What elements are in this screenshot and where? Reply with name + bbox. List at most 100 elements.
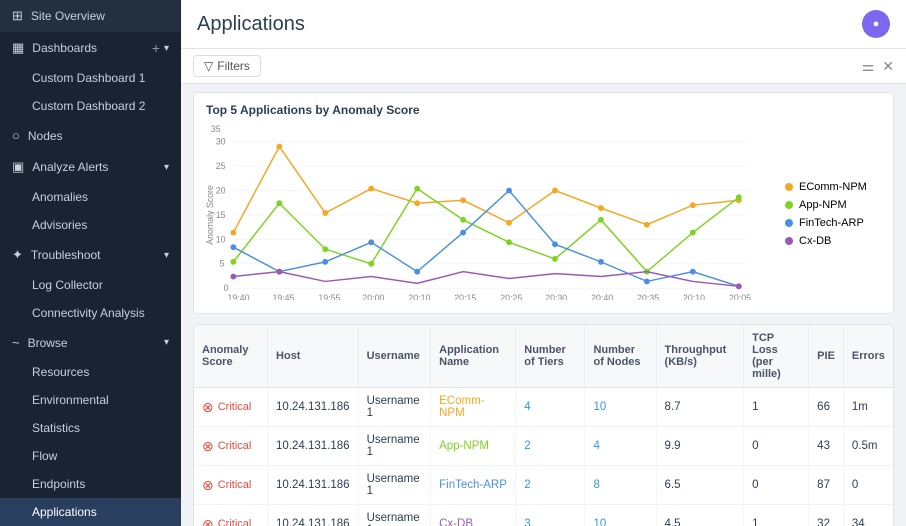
sidebar-item-endpoints[interactable]: Endpoints <box>0 470 181 498</box>
header-settings-icon[interactable]: ● <box>862 10 890 38</box>
cell-username: Username 1 <box>358 388 431 427</box>
svg-text:10: 10 <box>216 234 226 244</box>
sidebar-item-statistics[interactable]: Statistics <box>0 414 181 442</box>
cell-tcp-loss: 1 <box>744 388 809 427</box>
cell-pie: 32 <box>809 505 844 526</box>
chevron-down-icon: ▾ <box>164 43 169 54</box>
critical-icon: ⊗ <box>202 478 214 492</box>
sidebar-item-connectivity-analysis[interactable]: Connectivity Analysis <box>0 299 181 327</box>
sidebar-item-applications[interactable]: Applications <box>0 498 181 526</box>
table-row: ⊗ Critical 10.24.131.186 Username 1 ECom… <box>194 388 893 427</box>
chart-area: 0 5 10 15 20 25 30 35 Anomaly Score <box>206 125 881 303</box>
app-link[interactable]: EComm-NPM <box>439 395 484 419</box>
cell-throughput: 8.7 <box>656 388 744 427</box>
chevron-down-icon: ▾ <box>164 250 169 261</box>
svg-text:19:55: 19:55 <box>318 293 340 300</box>
critical-icon: ⊗ <box>202 517 214 526</box>
cell-errors: 0 <box>843 466 893 505</box>
sidebar-item-dashboards[interactable]: ▦ Dashboards + ▾ <box>0 32 181 64</box>
cell-tcp-loss: 1 <box>744 505 809 526</box>
cell-num-nodes: 8 <box>585 466 656 505</box>
sidebar-item-resources[interactable]: Resources <box>0 358 181 386</box>
svg-text:20: 20 <box>216 185 226 195</box>
sidebar-item-nodes[interactable]: ○ Nodes <box>0 120 181 151</box>
svg-text:20:00: 20:00 <box>362 293 384 300</box>
sidebar-item-flow[interactable]: Flow <box>0 442 181 470</box>
page-title: Applications <box>197 13 305 36</box>
svg-text:20:15: 20:15 <box>454 293 476 300</box>
table-row: ⊗ Critical 10.24.131.186 Username 1 App-… <box>194 427 893 466</box>
cell-app-name: EComm-NPM <box>431 388 516 427</box>
filter-columns-icon[interactable]: ⚌ <box>862 58 875 75</box>
cell-anomaly-score: ⊗ Critical <box>194 388 268 427</box>
svg-text:20:10: 20:10 <box>683 293 705 300</box>
filter-close-icon[interactable]: ✕ <box>882 58 894 75</box>
svg-text:35: 35 <box>211 125 221 134</box>
col-tcp-loss: TCP Loss (per mille) <box>744 325 809 388</box>
sidebar-item-advisories[interactable]: Advisories <box>0 211 181 239</box>
table-header-row: Anomaly Score Host Username Application … <box>194 325 893 388</box>
status-badge: ⊗ Critical <box>202 517 259 526</box>
legend-item-fintech: FinTech-ARP <box>785 217 881 229</box>
status-badge: ⊗ Critical <box>202 400 259 414</box>
sidebar-item-analyze-alerts[interactable]: ▣ Analyze Alerts ▾ <box>0 151 181 183</box>
sidebar-item-troubleshoot[interactable]: ✦ Troubleshoot ▾ <box>0 239 181 271</box>
col-app-name: Application Name <box>431 325 516 388</box>
chevron-down-icon: ▾ <box>164 162 169 173</box>
sidebar-item-browse[interactable]: ~ Browse ▾ <box>0 327 181 358</box>
cell-throughput: 6.5 <box>656 466 744 505</box>
content-area: Top 5 Applications by Anomaly Score 0 5 … <box>181 84 906 526</box>
chevron-down-icon: ▾ <box>164 337 169 348</box>
cell-num-tiers: 3 <box>516 505 585 526</box>
cell-throughput: 9.9 <box>656 427 744 466</box>
svg-text:15: 15 <box>216 210 226 220</box>
sidebar-item-log-collector[interactable]: Log Collector <box>0 271 181 299</box>
filters-button[interactable]: ▽ Filters <box>193 55 261 77</box>
cell-host: 10.24.131.186 <box>268 388 359 427</box>
sidebar: ⊞ Site Overview ▦ Dashboards + ▾ Custom … <box>0 0 181 526</box>
svg-text:20:10: 20:10 <box>408 293 430 300</box>
chart-card: Top 5 Applications by Anomaly Score 0 5 … <box>193 92 894 314</box>
cell-throughput: 4.5 <box>656 505 744 526</box>
add-dashboard-icon[interactable]: + <box>152 40 160 56</box>
sidebar-item-site-overview[interactable]: ⊞ Site Overview <box>0 0 181 32</box>
cell-errors: 0.5m <box>843 427 893 466</box>
cell-host: 10.24.131.186 <box>268 427 359 466</box>
app-link[interactable]: FinTech-ARP <box>439 479 507 491</box>
cell-errors: 34 <box>843 505 893 526</box>
cell-app-name: FinTech-ARP <box>431 466 516 505</box>
svg-text:19:45: 19:45 <box>272 293 294 300</box>
col-num-tiers: Number of Tiers <box>516 325 585 388</box>
troubleshoot-icon: ✦ <box>12 247 23 263</box>
col-anomaly-score: Anomaly Score <box>194 325 268 388</box>
sidebar-item-anomalies[interactable]: Anomalies <box>0 183 181 211</box>
app-link[interactable]: App-NPM <box>439 440 489 452</box>
svg-text:20:35: 20:35 <box>637 293 659 300</box>
cell-num-nodes: 10 <box>585 388 656 427</box>
svg-text:30: 30 <box>216 137 226 147</box>
legend-item-cxdb: Cx-DB <box>785 235 881 247</box>
col-throughput: Throughput (KB/s) <box>656 325 744 388</box>
sidebar-item-environmental[interactable]: Environmental <box>0 386 181 414</box>
cell-num-tiers: 2 <box>516 466 585 505</box>
filters-right: ⚌ ✕ <box>862 58 894 75</box>
line-chart: 0 5 10 15 20 25 30 35 Anomaly Score <box>206 125 773 300</box>
sidebar-item-label: Browse <box>28 336 164 350</box>
cell-anomaly-score: ⊗ Critical <box>194 466 268 505</box>
app-link[interactable]: Cx-DB <box>439 518 473 526</box>
col-pie: PIE <box>809 325 844 388</box>
table-row: ⊗ Critical 10.24.131.186 Username 1 FinT… <box>194 466 893 505</box>
cell-tcp-loss: 0 <box>744 427 809 466</box>
browse-icon: ~ <box>12 335 20 350</box>
sidebar-item-custom-dashboard-1[interactable]: Custom Dashboard 1 <box>0 64 181 92</box>
chart-title: Top 5 Applications by Anomaly Score <box>206 103 881 117</box>
svg-text:19:40: 19:40 <box>228 293 250 300</box>
svg-text:20:30: 20:30 <box>545 293 567 300</box>
col-host: Host <box>268 325 359 388</box>
legend-dot-appnpm <box>785 201 793 209</box>
filters-bar: ▽ Filters ⚌ ✕ <box>181 49 906 84</box>
col-errors: Errors <box>843 325 893 388</box>
main-content: Applications ● ▽ Filters ⚌ ✕ Top 5 Appli… <box>181 0 906 526</box>
cell-host: 10.24.131.186 <box>268 466 359 505</box>
sidebar-item-custom-dashboard-2[interactable]: Custom Dashboard 2 <box>0 92 181 120</box>
